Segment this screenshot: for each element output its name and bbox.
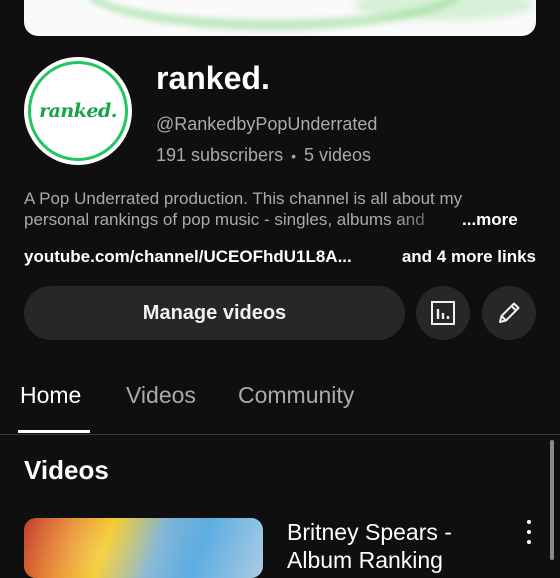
section-title: Videos <box>24 455 109 485</box>
channel-stats: 191 subscribers • 5 videos <box>156 145 371 166</box>
analytics-button[interactable] <box>416 286 470 340</box>
description-line-1: A Pop Underrated production. This channe… <box>24 189 463 208</box>
video-count: 5 videos <box>303 145 372 165</box>
active-tab-indicator <box>18 430 90 433</box>
channel-links: youtube.com/channel/UCEOFhdU1L8A... and … <box>24 247 536 267</box>
channel-handle: @RankedbyPopUnderrated <box>156 114 378 134</box>
subscriber-count: 191 subscribers <box>156 145 284 165</box>
more-link[interactable]: ...more <box>462 209 518 230</box>
manage-videos-button[interactable]: Manage videos <box>24 286 405 340</box>
channel-avatar[interactable]: ranked. <box>24 57 132 165</box>
channel-link[interactable]: youtube.com/channel/UCEOFhdU1L8A... <box>24 247 352 267</box>
stats-separator: • <box>291 147 296 164</box>
pencil-icon <box>499 302 520 323</box>
edit-channel-button[interactable] <box>482 286 536 340</box>
channel-banner[interactable] <box>24 0 536 36</box>
description-line-2: personal rankings of pop music - singles… <box>24 210 425 229</box>
channel-description[interactable]: A Pop Underrated production. This channe… <box>24 188 536 230</box>
tab-home[interactable]: Home <box>20 382 81 409</box>
more-options-icon[interactable] <box>522 520 536 544</box>
tab-videos[interactable]: Videos <box>126 382 196 409</box>
avatar-ring: ranked. <box>28 61 128 161</box>
video-thumbnail[interactable] <box>24 518 263 578</box>
tab-community[interactable]: Community <box>238 382 354 409</box>
channel-name: ranked. <box>156 60 270 96</box>
video-title[interactable]: Britney Spears - Album Ranking <box>287 518 507 574</box>
scrollbar[interactable] <box>550 440 554 560</box>
analytics-icon <box>431 301 455 325</box>
more-links-link[interactable]: and 4 more links <box>402 247 536 267</box>
avatar-logo-text: ranked. <box>39 100 117 122</box>
channel-tabs: Home Videos Community <box>0 370 560 435</box>
